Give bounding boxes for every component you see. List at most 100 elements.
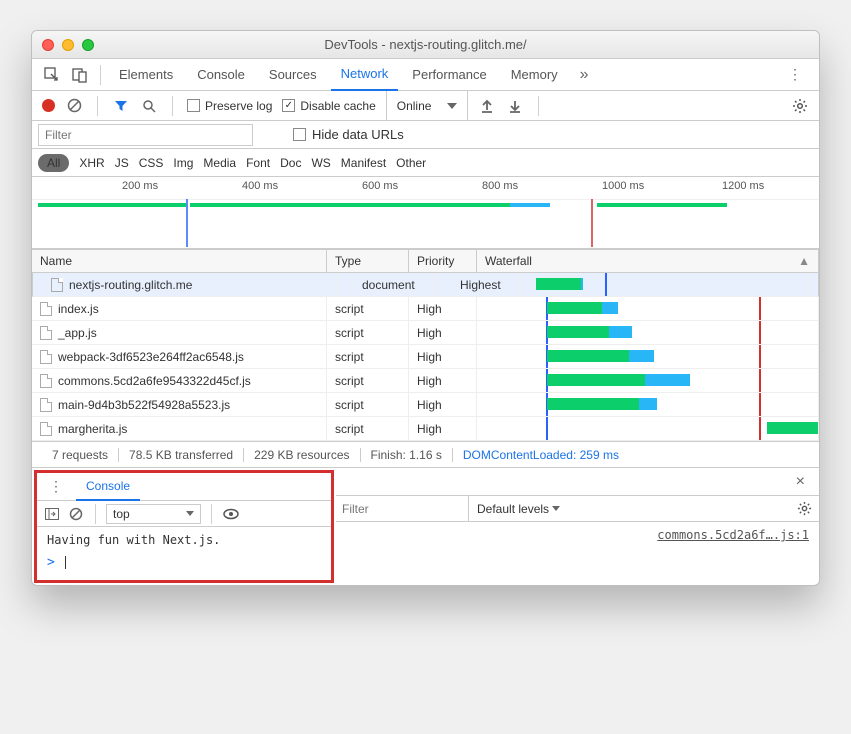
table-row[interactable]: nextjs-routing.glitch.me document Highest: [32, 273, 819, 297]
table-row[interactable]: main-9d4b3b522f54928a5523.jsscriptHigh: [32, 393, 819, 417]
summary-bar: 7 requests 78.5 KB transferred 229 KB re…: [32, 441, 819, 467]
type-xhr[interactable]: XHR: [79, 156, 104, 170]
tab-performance[interactable]: Performance: [402, 59, 496, 91]
type-css[interactable]: CSS: [139, 156, 164, 170]
console-toolbar-right: Default levels: [336, 496, 819, 522]
close-drawer-icon[interactable]: ×: [786, 473, 815, 491]
tick: 400 ms: [242, 180, 278, 192]
col-priority[interactable]: Priority: [409, 250, 477, 272]
console-clear-icon[interactable]: [67, 505, 85, 523]
cell-priority: High: [409, 297, 477, 320]
kebab-menu-icon[interactable]: ⋮: [780, 66, 811, 83]
hide-data-urls-checkbox[interactable]: Hide data URLs: [293, 127, 404, 142]
summary-transferred: 78.5 KB transferred: [119, 448, 244, 462]
table-row[interactable]: margherita.jsscriptHigh: [32, 417, 819, 441]
type-manifest[interactable]: Manifest: [341, 156, 386, 170]
upload-har-icon[interactable]: [478, 97, 496, 115]
context-select[interactable]: top: [106, 504, 201, 524]
live-expression-icon[interactable]: [222, 505, 240, 523]
levels-label: Default levels: [477, 502, 549, 516]
cell-waterfall: [477, 321, 819, 344]
console-message: Having fun with Next.js.: [47, 533, 220, 547]
file-icon: [40, 374, 52, 388]
tab-console[interactable]: Console: [187, 59, 255, 91]
cell-waterfall: [477, 369, 819, 392]
dropdown-icon: [552, 506, 560, 511]
type-doc[interactable]: Doc: [280, 156, 301, 170]
cell-type: document: [354, 273, 436, 296]
clear-icon[interactable]: [65, 97, 83, 115]
file-icon: [40, 302, 52, 316]
preserve-log-label: Preserve log: [205, 99, 272, 113]
console-prompt[interactable]: >: [37, 553, 331, 580]
tab-elements[interactable]: Elements: [109, 59, 183, 91]
table-row[interactable]: webpack-3df6523e264ff2ac6548.jsscriptHig…: [32, 345, 819, 369]
disable-cache-checkbox[interactable]: Disable cache: [282, 99, 375, 113]
type-all[interactable]: All: [38, 154, 69, 172]
table-row[interactable]: index.jsscriptHigh: [32, 297, 819, 321]
type-other[interactable]: Other: [396, 156, 426, 170]
cell-priority: Highest: [452, 273, 520, 296]
drawer-tab-console[interactable]: Console: [76, 473, 140, 501]
type-font[interactable]: Font: [246, 156, 270, 170]
cell-name: nextjs-routing.glitch.me: [43, 273, 338, 296]
disable-cache-label: Disable cache: [300, 99, 375, 113]
cell-waterfall: [477, 345, 819, 368]
main-tabs: Elements Console Sources Network Perform…: [32, 59, 819, 91]
cell-name: margherita.js: [32, 417, 327, 440]
cell-priority: High: [409, 393, 477, 416]
cell-name: _app.js: [32, 321, 327, 344]
console-source-link[interactable]: commons.5cd2a6f….js:1: [657, 528, 809, 542]
filter-input[interactable]: [38, 124, 253, 146]
console-settings-icon[interactable]: [795, 500, 813, 518]
col-waterfall[interactable]: Waterfall ▲: [477, 250, 819, 272]
titlebar: DevTools - nextjs-routing.glitch.me/: [32, 31, 819, 59]
table-row[interactable]: commons.5cd2a6fe9543322d45cf.jsscriptHig…: [32, 369, 819, 393]
file-icon: [40, 422, 52, 436]
inspect-icon[interactable]: [40, 63, 64, 87]
tick: 1000 ms: [602, 180, 644, 192]
tab-memory[interactable]: Memory: [501, 59, 568, 91]
cell-name: index.js: [32, 297, 327, 320]
throttling-select[interactable]: Online: [386, 91, 469, 120]
window-title: DevTools - nextjs-routing.glitch.me/: [32, 37, 819, 52]
throttling-value: Online: [397, 99, 432, 113]
table-row[interactable]: _app.jsscriptHigh: [32, 321, 819, 345]
type-ws[interactable]: WS: [311, 156, 330, 170]
console-message-row: Having fun with Next.js.: [37, 527, 331, 553]
overview-timeline[interactable]: 200 ms 400 ms 600 ms 800 ms 1000 ms 1200…: [32, 177, 819, 249]
log-levels-select[interactable]: Default levels: [468, 496, 568, 521]
type-media[interactable]: Media: [203, 156, 236, 170]
summary-dcl: DOMContentLoaded: 259 ms: [453, 448, 629, 462]
download-har-icon[interactable]: [506, 97, 524, 115]
cell-name: main-9d4b3b522f54928a5523.js: [32, 393, 327, 416]
context-value: top: [113, 507, 130, 521]
device-toggle-icon[interactable]: [68, 63, 92, 87]
record-button[interactable]: [42, 99, 55, 112]
console-sidebar-icon[interactable]: [43, 505, 61, 523]
summary-finish: Finish: 1.16 s: [361, 448, 453, 462]
dropdown-icon: [186, 511, 194, 516]
file-icon: [51, 278, 63, 292]
drawer-menu-icon[interactable]: ⋮: [41, 478, 72, 495]
cell-type: script: [327, 297, 409, 320]
cell-name: commons.5cd2a6fe9543322d45cf.js: [32, 369, 327, 392]
filter-icon[interactable]: [112, 97, 130, 115]
tab-sources[interactable]: Sources: [259, 59, 327, 91]
tab-network[interactable]: Network: [331, 59, 399, 91]
search-icon[interactable]: [140, 97, 158, 115]
console-drawer: ⋮ Console top: [32, 467, 819, 585]
cell-waterfall: [477, 297, 819, 320]
col-type[interactable]: Type: [327, 250, 409, 272]
type-js[interactable]: JS: [115, 156, 129, 170]
tick: 800 ms: [482, 180, 518, 192]
settings-gear-icon[interactable]: [791, 97, 809, 115]
console-filter-input[interactable]: [342, 502, 462, 516]
type-filter-bar: All XHR JS CSS Img Media Font Doc WS Man…: [32, 149, 819, 177]
cell-type: script: [327, 321, 409, 344]
more-tabs-icon[interactable]: »: [572, 66, 597, 84]
type-img[interactable]: Img: [173, 156, 193, 170]
preserve-log-checkbox[interactable]: Preserve log: [187, 99, 272, 113]
col-name[interactable]: Name: [32, 250, 327, 272]
drawer-right: ×: [336, 468, 819, 496]
